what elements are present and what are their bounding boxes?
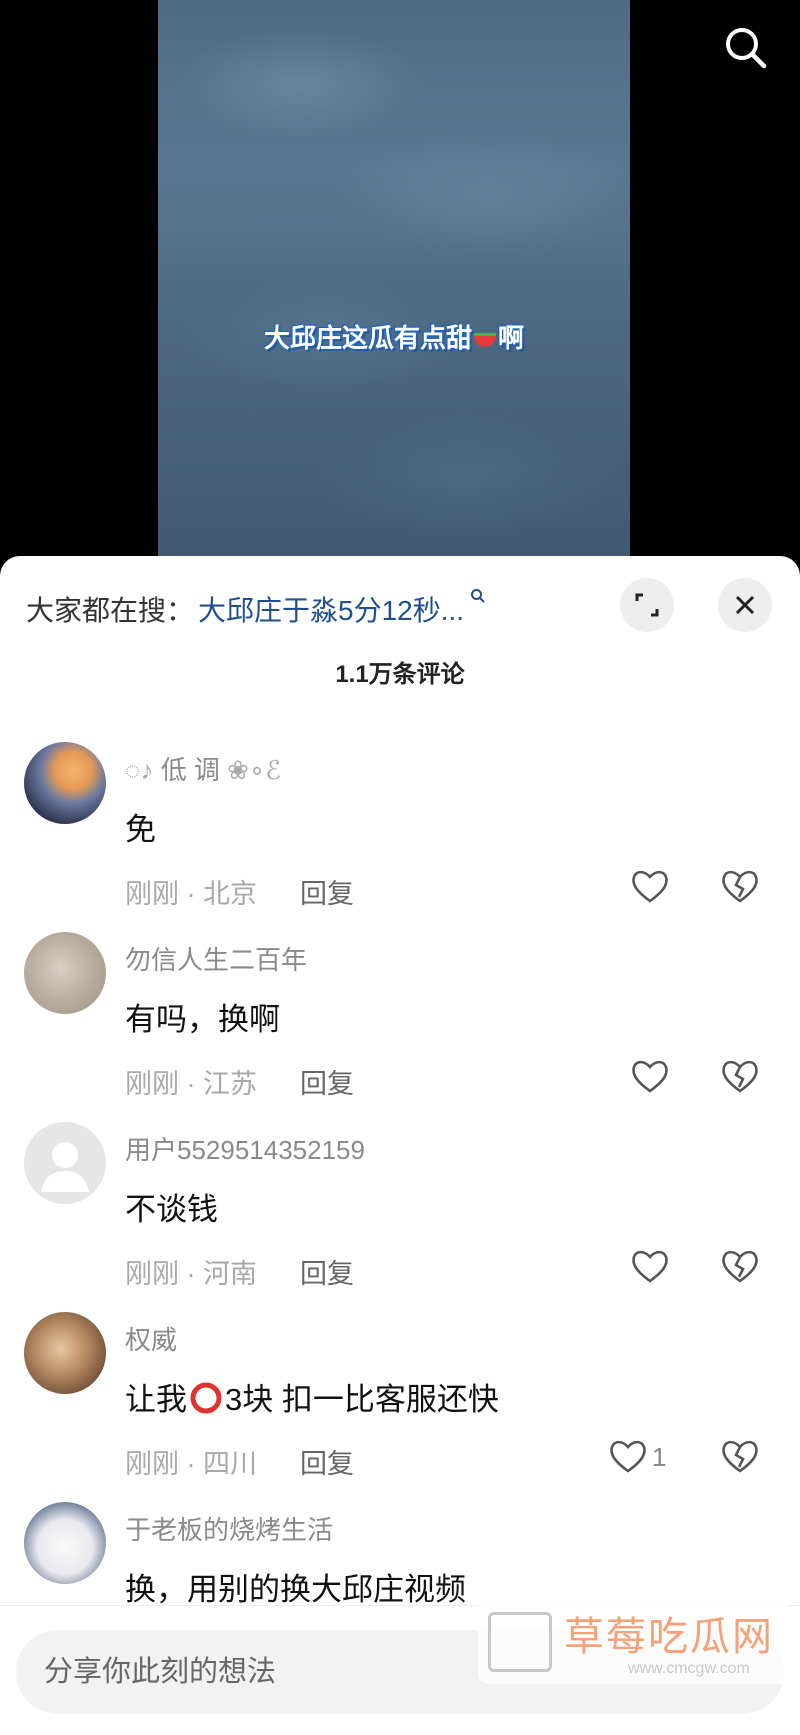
comment-text: 让我 3块 扣一比客服还快 — [125, 1382, 499, 1417]
reply-button[interactable]: 回复 — [300, 872, 354, 911]
like-button[interactable] — [628, 864, 672, 908]
comment-username[interactable]: 于老板的烧烤生活 — [125, 1510, 333, 1547]
dislike-button[interactable] — [718, 1054, 762, 1098]
heart-icon — [610, 1440, 646, 1473]
comment-meta: 刚刚 · 河南 — [125, 1259, 257, 1289]
avatar[interactable] — [24, 1312, 106, 1394]
close-button[interactable] — [718, 578, 772, 632]
avatar[interactable] — [24, 1502, 106, 1584]
close-icon — [735, 595, 755, 615]
site-watermark: 草莓吃瓜网 www.cmcgw.com — [478, 1600, 790, 1684]
caption-text: 大邱庄这瓜有点甜 — [263, 323, 472, 353]
comment-item: 权威 让我 3块 扣一比客服还快 刚刚 · 四川 回复 1 — [0, 1312, 800, 1502]
avatar[interactable] — [24, 1122, 106, 1204]
video-caption: 大邱庄这瓜有点甜啊 — [158, 318, 630, 355]
video-frame[interactable]: 大邱庄这瓜有点甜啊 — [158, 0, 630, 560]
dislike-button[interactable] — [718, 864, 762, 908]
trending-search-query[interactable]: 大邱庄于淼5分12秒... — [198, 589, 464, 629]
like-button[interactable] — [628, 1054, 672, 1098]
comment-count: 1.1万条评论 — [335, 661, 465, 688]
comment-text: 换，用别的换大邱庄视频 — [125, 1572, 466, 1607]
expand-button[interactable] — [620, 578, 674, 632]
trending-search-prefix: 大家都在搜： — [26, 595, 195, 626]
like-count: 1 — [652, 1442, 667, 1472]
small-search-icon — [470, 588, 486, 609]
watermelon-icon — [474, 333, 496, 348]
comment-meta: 刚刚 · 四川 — [125, 1449, 257, 1479]
comment-item: 勿信人生二百年 有吗，换啊 刚刚 · 江苏 回复 — [0, 932, 800, 1122]
like-button[interactable] — [628, 1244, 672, 1288]
broken-heart-icon — [722, 1440, 758, 1473]
comment-text: 有吗，换啊 — [125, 1002, 280, 1037]
dislike-button[interactable] — [718, 1434, 762, 1478]
comment-username[interactable]: ◌♪ 低 调 ❀∘ℰ — [125, 750, 281, 787]
heart-icon — [632, 870, 668, 903]
dislike-button[interactable] — [718, 1244, 762, 1288]
broken-heart-icon — [722, 1060, 758, 1093]
broken-heart-icon — [722, 870, 758, 903]
avatar[interactable] — [24, 932, 106, 1014]
comment-sheet: 大家都在搜： 大邱庄于淼5分12秒... 1.1万条评论 ◌♪ 低 调 ❀∘ℰ … — [0, 556, 800, 1735]
search-icon — [726, 28, 767, 69]
comment-text: 不谈钱 — [125, 1192, 218, 1227]
comment-item: ◌♪ 低 调 ❀∘ℰ 免 刚刚 · 北京 回复 — [0, 742, 800, 932]
comment-meta: 刚刚 · 北京 — [125, 879, 257, 909]
reply-button[interactable]: 回复 — [300, 1252, 354, 1291]
caption-tail: 啊 — [498, 323, 525, 353]
heart-icon — [632, 1060, 668, 1093]
like-button[interactable] — [606, 1434, 650, 1478]
watermark-logo — [488, 1612, 552, 1672]
red-circle-emoji — [190, 1382, 222, 1414]
comment-username[interactable]: 勿信人生二百年 — [125, 940, 307, 977]
reply-button[interactable]: 回复 — [300, 1442, 354, 1481]
default-avatar-icon — [41, 1142, 89, 1192]
video-player[interactable]: 大邱庄这瓜有点甜啊 — [0, 0, 800, 560]
comment-username[interactable]: 用户5529514352159 — [125, 1130, 365, 1167]
comment-meta: 刚刚 · 江苏 — [125, 1069, 257, 1099]
trending-search[interactable]: 大家都在搜： 大邱庄于淼5分12秒... — [26, 584, 486, 634]
expand-icon — [635, 593, 659, 617]
watermark-title: 草莓吃瓜网 — [564, 1615, 774, 1659]
reply-button[interactable]: 回复 — [300, 1062, 354, 1101]
search-button[interactable] — [720, 22, 772, 74]
comment-username[interactable]: 权威 — [125, 1320, 177, 1357]
broken-heart-icon — [722, 1250, 758, 1283]
heart-icon — [632, 1250, 668, 1283]
watermark-url: www.cmcgw.com — [628, 1660, 750, 1677]
avatar[interactable] — [24, 742, 106, 824]
comment-text: 免 — [125, 812, 156, 847]
comment-item: 用户5529514352159 不谈钱 刚刚 · 河南 回复 — [0, 1122, 800, 1312]
